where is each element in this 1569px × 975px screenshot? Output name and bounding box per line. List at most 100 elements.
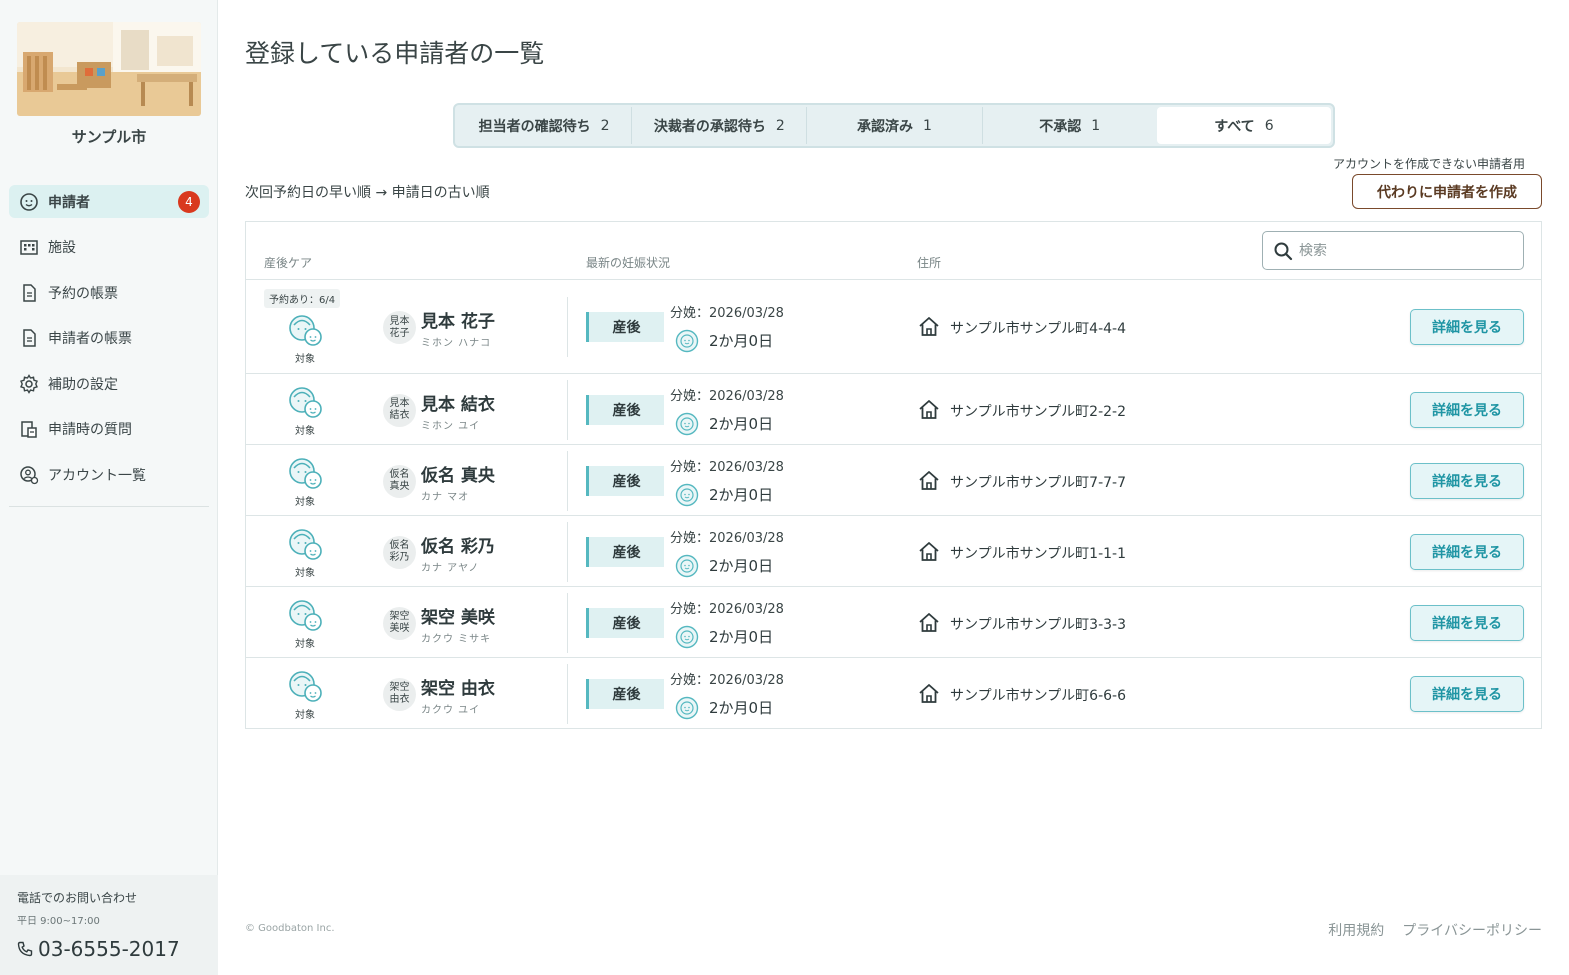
delivery-date: 分娩：2026/03/28 [670, 672, 784, 688]
avatar: 見本 花子 [383, 311, 416, 344]
avatar-line: 花子 [389, 327, 410, 339]
view-details-button[interactable]: 詳細を見る [1410, 675, 1524, 712]
baby-icon [675, 412, 699, 436]
sidebar-item-application-questions[interactable]: 申請時の質問 [9, 413, 209, 446]
applicant-name: 架空 由衣 [421, 678, 495, 699]
tab-approved[interactable]: 承認済み 1 [807, 107, 983, 144]
tab-count: 1 [1091, 117, 1101, 134]
document-icon [18, 327, 40, 349]
target-label: 対象 [295, 354, 315, 365]
house-icon [917, 611, 941, 635]
contact-title: 電話でのお問い合わせ [17, 891, 138, 905]
column-divider [567, 663, 568, 724]
house-icon [917, 682, 941, 706]
applicant-kana: ミホン ハナコ [421, 338, 492, 349]
status-badge: 産後 [586, 312, 664, 342]
footer-links: 利用規約 プライバシーポリシー [1328, 920, 1542, 940]
baby-icon [675, 696, 699, 720]
sidebar-item-accounts[interactable]: アカウント一覧 [9, 459, 209, 492]
postpartum-care-icon [288, 599, 324, 633]
delivery-date: 分娩：2026/03/28 [670, 306, 784, 321]
table-row: 対象 見本 結衣 見本 結衣 ミホン ユイ 産後 分娩：2026/03/28 2か月0日 サンプ… [246, 374, 1541, 445]
status-badge: 産後 [586, 607, 664, 638]
avatar-line: 真央 [389, 481, 410, 492]
tab-count: 1 [923, 117, 932, 134]
avatar-line: 架空 [389, 611, 410, 622]
question-form-icon [18, 418, 40, 440]
terms-link[interactable]: 利用規約 [1328, 920, 1384, 940]
tab-pending-approver[interactable]: 決裁者の承認待ち 2 [632, 107, 808, 144]
sidebar-divider [9, 506, 209, 507]
baby-age: 2か月0日 [709, 556, 774, 575]
status-badge: 産後 [586, 394, 664, 425]
table-row: 対象 仮名 真央 仮名 真央 カナ マオ 産後 分娩：2026/03/28 2か月0日 サンプル… [246, 445, 1541, 516]
column-divider [567, 379, 568, 440]
avatar-line: 彩乃 [389, 552, 410, 563]
postpartum-care-icon [288, 670, 324, 704]
sidebar-nav: 申請者 4 施設 予約の帳票 申請者の帳票 補助の設定 申請時の質問 アカウント… [9, 185, 209, 504]
sidebar-item-subsidy-settings[interactable]: 補助の設定 [9, 367, 209, 400]
page-title: 登録している申請者の一覧 [245, 39, 545, 68]
baby-icon [675, 483, 699, 507]
applicant-name: 見本 結衣 [421, 394, 495, 415]
view-details-button[interactable]: 詳細を見る [1410, 391, 1524, 428]
house-icon [917, 315, 941, 339]
target-label: 対象 [295, 425, 315, 437]
tab-all[interactable]: すべて 6 [1156, 107, 1332, 144]
delivery-date: 分娩：2026/03/28 [670, 459, 784, 475]
document-icon [18, 282, 40, 304]
tab-count: 2 [600, 117, 610, 134]
baby-icon [675, 329, 699, 353]
view-details-button[interactable]: 詳細を見る [1410, 604, 1524, 641]
baby-age: 2か月0日 [709, 414, 774, 433]
sidebar-item-label: 申請時の質問 [48, 422, 132, 439]
phone-number: 03-6555-2017 [38, 937, 180, 961]
baby-icon [675, 554, 699, 578]
facility-photo [17, 22, 201, 116]
reservation-tag: 予約あり：6/4 [264, 289, 341, 308]
search-box[interactable] [1262, 231, 1524, 270]
baby-age: 2か月0日 [709, 627, 774, 646]
account-settings-icon [18, 464, 40, 486]
sidebar-item-reservation-forms[interactable]: 予約の帳票 [9, 276, 209, 309]
table-header: 産後ケア 最新の妊娠状況 住所 [246, 222, 1541, 280]
copyright: © Goodbaton Inc. [245, 923, 335, 934]
tab-pending-staff[interactable]: 担当者の確認待ち 2 [457, 107, 633, 144]
view-details-button[interactable]: 詳細を見る [1410, 309, 1524, 345]
address: サンプル市サンプル町7-7-7 [950, 474, 1126, 491]
table-row: 対象 仮名 彩乃 仮名 彩乃 カナ アヤノ 産後 分娩：2026/03/28 2か月0日 サンプ… [246, 516, 1541, 587]
address: サンプル市サンプル町4-4-4 [950, 321, 1126, 337]
applicant-kana: カナ マオ [421, 491, 470, 503]
sidebar-item-facilities[interactable]: 施設 [9, 231, 209, 264]
privacy-link[interactable]: プライバシーポリシー [1402, 920, 1542, 940]
status-badge: 産後 [586, 536, 664, 567]
sidebar-item-applicants[interactable]: 申請者 4 [9, 185, 209, 218]
create-proxy-applicant-button[interactable]: 代わりに申請者を作成 [1352, 174, 1542, 209]
avatar: 見本 結衣 [383, 393, 416, 427]
address: サンプル市サンプル町1-1-1 [950, 545, 1126, 562]
house-icon [917, 398, 941, 422]
view-details-button[interactable]: 詳細を見る [1410, 462, 1524, 499]
sidebar-item-label: 施設 [48, 240, 76, 257]
header-care: 産後ケア [264, 256, 313, 270]
tab-label: 担当者の確認待ち [478, 118, 591, 135]
column-divider [567, 592, 568, 653]
applicant-table: 産後ケア 最新の妊娠状況 住所 予約あり：6/4対象見本花子見本 花子ミホン ハ… [245, 221, 1542, 729]
proxy-note: アカウントを作成できない申請者用 [1333, 157, 1526, 171]
baby-age: 2か月0日 [709, 332, 774, 350]
address: サンプル市サンプル町3-3-3 [950, 616, 1126, 633]
avatar: 架空 由衣 [383, 677, 416, 711]
header-address: 住所 [917, 256, 942, 270]
baby-icon [675, 625, 699, 649]
delivery-date: 分娩：2026/03/28 [670, 530, 784, 546]
contact-phone[interactable]: 03-6555-2017 [17, 937, 218, 961]
avatar-line: 仮名 [389, 540, 410, 551]
column-divider [567, 297, 568, 357]
applicant-kana: ミホン ユイ [421, 420, 481, 432]
header-pregnancy: 最新の妊娠状況 [586, 256, 671, 270]
view-details-button[interactable]: 詳細を見る [1410, 533, 1524, 570]
search-input[interactable] [1299, 242, 1509, 259]
sidebar-item-applicant-forms[interactable]: 申請者の帳票 [9, 322, 209, 355]
column-divider [567, 521, 568, 582]
tab-rejected[interactable]: 不承認 1 [983, 107, 1157, 144]
